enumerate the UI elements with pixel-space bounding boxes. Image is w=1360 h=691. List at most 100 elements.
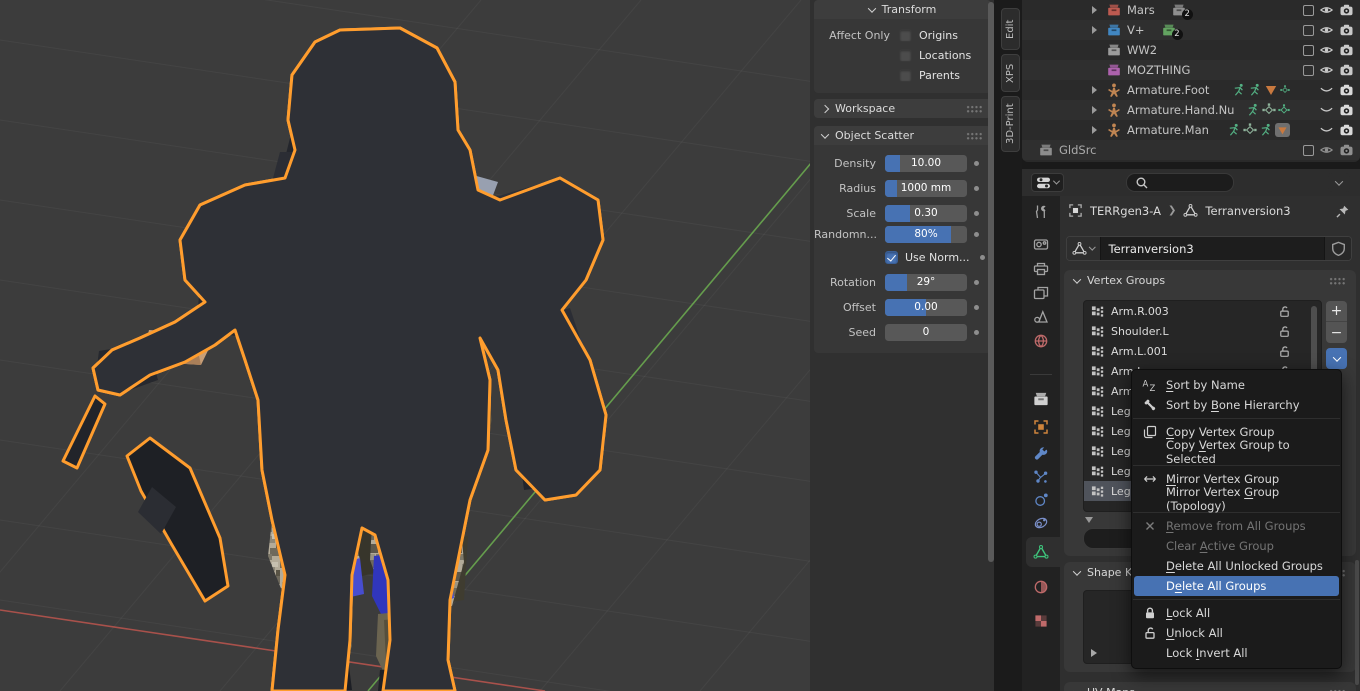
- expand-arrow-icon[interactable]: [1092, 6, 1106, 14]
- lock-open-icon[interactable]: [1278, 325, 1291, 338]
- outliner-row-mars[interactable]: Mars 2: [1022, 0, 1360, 20]
- selectability-checkbox[interactable]: [1303, 64, 1314, 76]
- decorator-dot[interactable]: [974, 280, 979, 285]
- remove-vertex-group-button[interactable]: −: [1326, 322, 1347, 343]
- panel-grip[interactable]: [966, 104, 983, 113]
- fake-user-button[interactable]: [1324, 237, 1351, 260]
- camera-render-icon[interactable]: [1339, 63, 1354, 77]
- menu-item-clear-active-group[interactable]: Clear Active Group: [1134, 536, 1339, 556]
- menu-item-copy-vertex-group-to-selected[interactable]: Copy Vertex Group to Selected: [1134, 438, 1339, 466]
- tab-view-layer[interactable]: [1022, 280, 1060, 306]
- menu-item-lock-all[interactable]: Lock All: [1134, 603, 1339, 623]
- tab-tool[interactable]: [1022, 199, 1060, 225]
- list-expander-arrow[interactable]: [1085, 517, 1093, 523]
- outliner-row-armature-foot[interactable]: Armature.Foot: [1022, 80, 1360, 100]
- outliner-row-mozthing[interactable]: MOZTHING: [1022, 60, 1360, 80]
- list-scrollbar[interactable]: [1311, 306, 1317, 372]
- camera-render-icon[interactable]: [1339, 43, 1354, 57]
- decorator-dot[interactable]: [980, 255, 985, 260]
- selectability-checkbox[interactable]: [1303, 24, 1314, 36]
- outliner-row-armature-man[interactable]: Armature.Man: [1022, 120, 1360, 140]
- tab-collection[interactable]: [1022, 386, 1060, 412]
- parents-checkbox[interactable]: [899, 68, 912, 82]
- properties-search-input[interactable]: [1126, 173, 1234, 192]
- eye-icon[interactable]: [1319, 143, 1334, 157]
- outliner-row-vplus[interactable]: V+ 2: [1022, 20, 1360, 40]
- eye-icon[interactable]: [1319, 23, 1334, 37]
- panel-grip[interactable]: [1329, 276, 1346, 285]
- breadcrumb-data[interactable]: Terranversion3: [1205, 204, 1290, 218]
- expand-arrow-icon[interactable]: [1092, 86, 1106, 94]
- selectability-checkbox[interactable]: [1303, 44, 1314, 56]
- tab-object[interactable]: [1022, 414, 1060, 440]
- panel-header-uv-maps[interactable]: UV Maps: [1064, 682, 1356, 691]
- camera-render-icon[interactable]: [1339, 103, 1354, 117]
- panel-grip[interactable]: [966, 131, 983, 140]
- menu-item-unlock-all[interactable]: Unlock All: [1134, 623, 1339, 643]
- datablock-type-button[interactable]: [1067, 237, 1101, 260]
- datablock-name[interactable]: Terranversion3: [1101, 242, 1325, 256]
- eye-closed-icon[interactable]: [1319, 123, 1334, 137]
- expand-arrow-icon[interactable]: [1092, 106, 1106, 114]
- camera-render-icon[interactable]: [1339, 83, 1354, 97]
- eye-icon[interactable]: [1319, 43, 1334, 57]
- panel-header-workspace[interactable]: Workspace: [814, 99, 991, 118]
- decorator-dot[interactable]: [974, 211, 979, 216]
- lock-open-icon[interactable]: [1278, 305, 1291, 318]
- tab-world[interactable]: [1022, 328, 1060, 354]
- soldier-model[interactable]: [61, 26, 608, 691]
- lock-open-icon[interactable]: [1278, 345, 1291, 358]
- menu-item-remove-from-all-groups[interactable]: Remove from All Groups: [1134, 516, 1339, 536]
- scale-slider[interactable]: 0.30: [885, 205, 967, 222]
- density-slider[interactable]: 10.00: [885, 155, 967, 172]
- seed-slider[interactable]: 0: [885, 324, 967, 341]
- menu-item-delete-all-groups[interactable]: Delete All Groups: [1134, 576, 1339, 596]
- selectability-checkbox[interactable]: [1303, 4, 1314, 16]
- panel-header-object-scatter[interactable]: Object Scatter: [814, 126, 991, 145]
- eye-icon[interactable]: [1319, 63, 1334, 77]
- camera-render-icon[interactable]: [1339, 23, 1354, 37]
- outliner-row-gldsrc[interactable]: GldSrc: [1022, 140, 1360, 160]
- panel-header-transform[interactable]: Transform: [814, 0, 991, 19]
- tab-constraints[interactable]: [1022, 510, 1060, 536]
- tab-material[interactable]: [1022, 574, 1060, 600]
- menu-item-lock-invert-all[interactable]: Lock Invert All: [1134, 643, 1339, 663]
- radius-slider[interactable]: 1000 mm: [885, 180, 967, 197]
- tab-texture[interactable]: [1022, 608, 1060, 634]
- list-expander-arrow[interactable]: [1091, 649, 1097, 657]
- menu-item-sort-by-bone-hierarchy[interactable]: Sort by Bone Hierarchy: [1134, 395, 1339, 415]
- vertex-group-row[interactable]: Arm.R.003: [1084, 301, 1321, 321]
- camera-render-icon[interactable]: [1339, 3, 1354, 17]
- tab-scene[interactable]: [1022, 304, 1060, 330]
- tab-output[interactable]: [1022, 256, 1060, 282]
- panel-header-vertex-groups[interactable]: Vertex Groups: [1064, 270, 1356, 291]
- tab-render[interactable]: [1022, 231, 1060, 257]
- vertex-group-row[interactable]: Shoulder.L: [1084, 321, 1321, 341]
- vertex-group-row[interactable]: Arm.L.001: [1084, 341, 1321, 361]
- pin-icon[interactable]: [1335, 204, 1350, 219]
- randomness-slider[interactable]: 80%: [885, 226, 967, 243]
- offset-slider[interactable]: 0.00: [885, 299, 967, 316]
- expand-arrow-icon[interactable]: [1092, 26, 1106, 34]
- decorator-dot[interactable]: [974, 305, 979, 310]
- rotation-slider[interactable]: 29°: [885, 274, 967, 291]
- outliner-row-armature-hand[interactable]: Armature.Hand.Nu: [1022, 100, 1360, 120]
- sidebar-tab-xps[interactable]: XPS: [1001, 54, 1020, 92]
- use-normal-checkbox[interactable]: [885, 251, 898, 264]
- add-vertex-group-button[interactable]: +: [1326, 301, 1347, 322]
- datablock-name-field[interactable]: Terranversion3: [1066, 236, 1352, 261]
- expand-arrow-icon[interactable]: [1092, 126, 1106, 134]
- decorator-dot[interactable]: [974, 161, 979, 166]
- eye-icon[interactable]: [1319, 3, 1334, 17]
- selectability-checkbox[interactable]: [1303, 144, 1314, 156]
- sidebar-tab-3d-print[interactable]: 3D-Print: [1001, 96, 1020, 152]
- menu-item-sort-by-name[interactable]: Sort by Name: [1134, 375, 1339, 395]
- decorator-dot[interactable]: [974, 186, 979, 191]
- camera-render-icon[interactable]: [1339, 143, 1354, 157]
- decorator-dot[interactable]: [974, 232, 979, 237]
- menu-item-mirror-vertex-group-topology[interactable]: Mirror Vertex Group (Topology): [1134, 485, 1339, 513]
- eye-closed-icon[interactable]: [1319, 103, 1334, 117]
- tab-object-data-active[interactable]: [1022, 539, 1060, 565]
- sidebar-tab-edit[interactable]: Edit: [1001, 8, 1020, 50]
- breadcrumb-object[interactable]: TERRgen3-A: [1090, 204, 1161, 218]
